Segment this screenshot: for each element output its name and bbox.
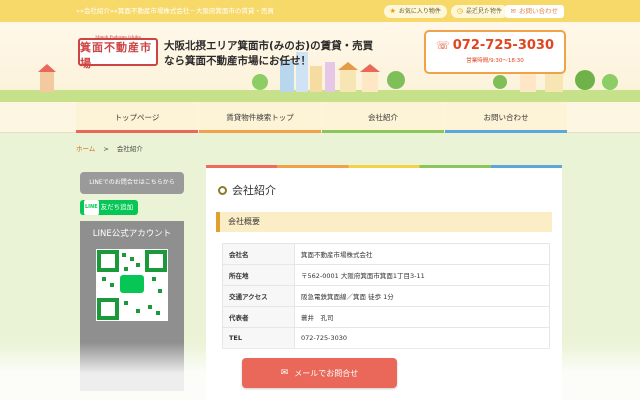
business-hours: 営業時間/9:30～18:30 <box>466 58 524 64</box>
qr-icon <box>97 250 167 320</box>
nav-item-company[interactable]: 会社紹介 <box>322 102 444 133</box>
contact-top-button[interactable]: ✉ お問い合わせ <box>504 5 564 18</box>
top-bar: »»会社紹介»»箕面不動産市場株式会社－大阪府箕面市の賃貸・売買 ★ お気に入り… <box>0 0 640 22</box>
company-info-table: 会社名 箕面不動産市場株式会社 所在地 〒562-0001 大阪府箕面市箕面1丁… <box>222 243 550 349</box>
phone-number: ☏ 072-725-3030 <box>426 38 564 53</box>
table-row: 代表者 蓑井 孔司 <box>222 306 550 328</box>
phone-number-text: 072-725-3030 <box>452 38 554 53</box>
nav-item-rental-search[interactable]: 賃貸物件検索トップ <box>199 102 321 133</box>
contact-top-label: お問い合わせ <box>519 7 558 15</box>
phone-icon: ☏ <box>435 39 450 52</box>
page-title: 会社紹介 <box>218 182 562 198</box>
table-row: 交通アクセス 阪急電鉄箕面線／箕面 徒歩 1分 <box>222 285 550 307</box>
table-value: 阪急電鉄箕面線／箕面 徒歩 1分 <box>294 285 550 307</box>
table-value: 箕面不動産市場株式会社 <box>294 243 550 265</box>
site-tagline: 大阪北摂エリア箕面市(みのお)の賃貸・売買 なら箕面不動産市場にお任せ！ <box>164 39 394 69</box>
line-add-label: 友だち追加 <box>100 203 134 211</box>
table-value: 〒562-0001 大阪府箕面市箕面1丁目3-11 <box>294 264 550 286</box>
line-icon: LINE <box>84 200 99 215</box>
line-add-friend-button[interactable]: LINE 友だち追加 <box>80 200 138 215</box>
site-header: Minoh Fudosan Ichiba 箕面不動産市場 大阪北摂エリア箕面市(… <box>0 22 640 102</box>
line-qr-code[interactable] <box>96 249 168 321</box>
nav-item-contact[interactable]: お問い合わせ <box>445 102 567 133</box>
tagline-line-2: なら箕面不動産市場にお任せ！ <box>164 55 311 67</box>
table-key: 所在地 <box>222 264 295 286</box>
breadcrumb-separator: > <box>103 145 109 153</box>
table-row: 会社名 箕面不動産市場株式会社 <box>222 243 550 265</box>
table-value: 蓑井 孔司 <box>294 306 550 328</box>
section-heading: 会社概要 <box>216 212 552 232</box>
line-inquiry-banner[interactable]: LINEでのお問合せはこちらから <box>80 172 184 194</box>
favorites-button[interactable]: ★ お気に入り物件 <box>383 5 447 18</box>
page-title-text: 会社紹介 <box>232 184 276 197</box>
tagline-line-1: 大阪北摂エリア箕面市(みのお)の賃貸・売買 <box>164 40 374 52</box>
breadcrumb-home[interactable]: ホーム <box>76 145 95 153</box>
site-logo[interactable]: Minoh Fudosan Ichiba 箕面不動産市場 <box>78 34 158 70</box>
line-official-title: LINE公式アカウント <box>92 229 172 239</box>
mail-inquiry-button[interactable]: ✉ メールでお問合せ <box>242 358 397 388</box>
favorites-label: お気に入り物件 <box>398 8 441 15</box>
logo-text: 箕面不動産市場 <box>80 40 152 70</box>
table-key: 交通アクセス <box>222 285 295 307</box>
phone-box[interactable]: ☏ 072-725-3030 営業時間/9:30～18:30 <box>424 30 566 74</box>
top-breadcrumb: »»会社紹介»»箕面不動産市場株式会社－大阪府箕面市の賃貸・売買 <box>76 7 274 15</box>
title-bullet-icon <box>218 185 227 195</box>
main-nav: トップページ 賃貸物件検索トップ 会社紹介 お問い合わせ <box>0 102 640 133</box>
table-key: 代表者 <box>222 306 295 328</box>
envelope-icon: ✉ <box>280 368 289 378</box>
table-key: 会社名 <box>222 243 295 265</box>
mail-inquiry-label: メールでお問合せ <box>294 368 359 378</box>
sitemap-link[interactable]: サイトマップ <box>466 6 505 16</box>
mail-icon: ✉ <box>510 7 516 15</box>
breadcrumb-current: 会社紹介 <box>116 145 143 153</box>
clock-icon: ◷ <box>456 7 463 15</box>
nav-item-top[interactable]: トップページ <box>76 102 198 133</box>
table-row: 所在地 〒562-0001 大阪府箕面市箕面1丁目3-11 <box>222 264 550 286</box>
color-stripe <box>206 165 562 168</box>
star-icon: ★ <box>389 7 396 15</box>
breadcrumb: ホーム > 会社紹介 <box>76 143 143 153</box>
